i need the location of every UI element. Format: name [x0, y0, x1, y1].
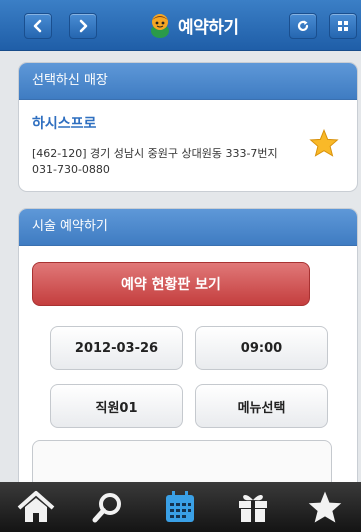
favorite-star-icon[interactable]: [309, 129, 339, 157]
chevron-right-icon: [79, 19, 88, 33]
booking-status-button[interactable]: 예약 현황판 보기: [32, 262, 310, 306]
store-name-link[interactable]: 하시스프로: [32, 113, 96, 133]
time-button[interactable]: 09:00: [195, 326, 328, 370]
header-title: 예약하기: [148, 10, 239, 40]
chevron-left-icon: [33, 19, 42, 33]
header-bar: 예약하기: [0, 0, 361, 51]
booking-panel-heading: 시술 예약하기: [19, 209, 357, 246]
store-address: [462-120] 경기 성남시 중원구 상대원동 333-7번지: [32, 147, 278, 160]
staff-button[interactable]: 직원01: [50, 384, 183, 428]
refresh-icon: [297, 20, 309, 31]
bottom-tab-bar: [0, 482, 361, 532]
refresh-button[interactable]: [289, 13, 317, 39]
forward-button[interactable]: [69, 13, 97, 39]
page-title: 예약하기: [178, 17, 239, 38]
back-button[interactable]: [24, 13, 52, 39]
search-icon: [92, 493, 122, 523]
grid-menu-icon: [338, 21, 348, 31]
date-button[interactable]: 2012-03-26: [50, 326, 183, 370]
home-icon: [17, 491, 55, 522]
store-panel-heading: 선택하신 매장: [19, 63, 357, 100]
tab-favorites[interactable]: [300, 484, 350, 530]
store-phone: 031-730-0880: [32, 163, 110, 176]
gift-icon: [238, 494, 267, 522]
tab-calendar[interactable]: [155, 484, 205, 530]
menu-button[interactable]: [329, 13, 357, 39]
star-icon: [308, 491, 342, 523]
menu-select-button[interactable]: 메뉴선택: [195, 384, 328, 428]
calendar-icon: [166, 491, 195, 522]
mascot-icon: [151, 14, 169, 38]
tab-gift[interactable]: [228, 484, 278, 530]
tab-search[interactable]: [83, 484, 133, 530]
store-panel: 선택하신 매장 하시스프로 [462-120] 경기 성남시 중원구 상대원동 …: [18, 62, 358, 192]
tab-home[interactable]: [11, 484, 61, 530]
